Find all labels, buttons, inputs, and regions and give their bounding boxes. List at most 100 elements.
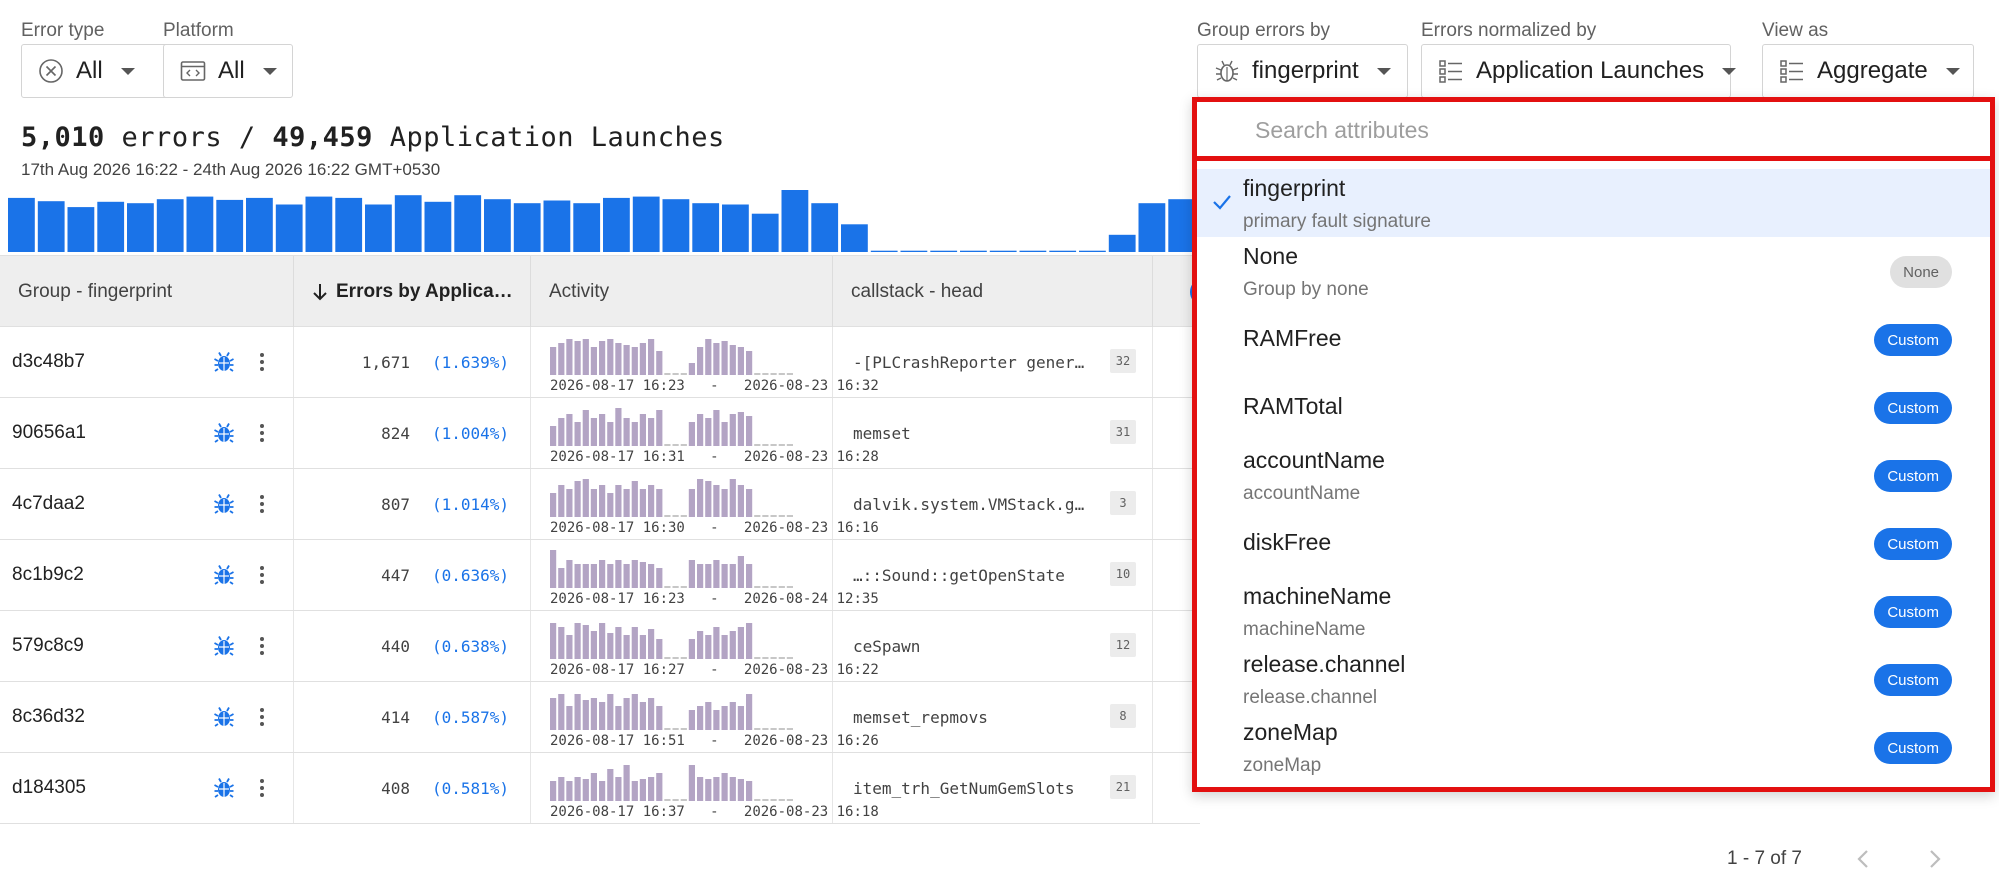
attribute-option[interactable]: release.channel release.channel Custom [1197, 645, 1990, 713]
col-errors[interactable]: Errors by Applica… [294, 256, 531, 328]
sparkline-bar [558, 568, 565, 588]
col-group[interactable]: Group - fingerprint [0, 256, 294, 328]
table-row[interactable]: d3c48b7 1,671 (1.639%) 2026-08-17 16:23 … [0, 327, 1200, 398]
sparkline-bar [582, 625, 589, 659]
table-row[interactable]: 90656a1 824 (1.004%) 2026-08-17 16:31 - … [0, 398, 1200, 469]
callstack-head: -[PLCrashReporter genera… [853, 353, 1093, 372]
date-dash: - [693, 378, 736, 394]
more-options-icon[interactable] [252, 564, 272, 586]
group-id[interactable]: 8c1b9c2 [0, 564, 84, 586]
search-attributes-input[interactable] [1255, 112, 1955, 148]
group-cell: 4c7daa2 [0, 469, 294, 539]
sparkline-bar [672, 657, 679, 659]
sparkline-bar [566, 489, 573, 517]
sparkline-bar [623, 765, 630, 801]
attribute-option[interactable]: machineName machineName Custom [1197, 577, 1990, 645]
view-as-select[interactable]: Aggregate [1762, 44, 1974, 98]
sparkline-bar [778, 728, 785, 730]
histogram-bar [365, 204, 392, 252]
histogram-bar [603, 197, 630, 252]
sparkline-bar [664, 657, 671, 659]
group-id[interactable]: 579c8c9 [0, 635, 84, 657]
sparkline-bar [590, 698, 597, 730]
more-options-icon[interactable] [252, 635, 272, 657]
group-id[interactable]: d3c48b7 [0, 351, 85, 373]
sparkline-bar [672, 373, 679, 375]
sparkline-bar [582, 479, 589, 517]
sparkline-bar [729, 479, 736, 517]
attribute-option[interactable]: RAMFree Custom [1197, 305, 1990, 373]
col-activity[interactable]: Activity [531, 256, 833, 328]
activity-dates: 2026-08-17 16:31 - 2026-08-23 16:28 [550, 449, 879, 465]
sparkline-bar [664, 728, 671, 730]
summary-separator: / [238, 122, 256, 153]
histogram-bar [67, 207, 95, 252]
chevron-right-icon[interactable] [1924, 846, 1946, 872]
table-row[interactable]: d184305 408 (0.581%) 2026-08-17 16:37 - … [0, 753, 1200, 824]
group-id[interactable]: 90656a1 [0, 422, 86, 444]
normalized-by-select[interactable]: Application Launches [1421, 44, 1737, 98]
error-histogram [8, 190, 1196, 252]
sparkline-bar [574, 422, 581, 446]
bug-icon[interactable] [214, 564, 234, 586]
attribute-option[interactable]: None Group by none None [1197, 237, 1990, 305]
chevron-left-icon[interactable] [1852, 846, 1874, 872]
sparkline-bar [754, 728, 761, 730]
activity-sparkline [550, 550, 793, 588]
sparkline-bar [672, 728, 679, 730]
table-row[interactable]: 8c36d32 414 (0.587%) 2026-08-17 16:51 - … [0, 682, 1200, 753]
sparkline-bar [607, 339, 614, 375]
code-window-icon [180, 60, 206, 82]
more-options-icon[interactable] [252, 422, 272, 444]
callstack-head: dalvik.system.VMStack.ge… [853, 495, 1093, 514]
histogram-bar [156, 199, 184, 252]
date-dash: - [693, 449, 736, 465]
platform-label: Platform [163, 20, 234, 41]
bug-icon[interactable] [214, 351, 234, 373]
sparkline-bar [648, 339, 655, 375]
bug-icon[interactable] [214, 493, 234, 515]
attribute-option[interactable]: zoneMap zoneMap Custom [1197, 713, 1990, 781]
option-subtitle: release.channel [1243, 687, 1378, 708]
histogram-bar [275, 204, 303, 252]
more-options-icon[interactable] [252, 777, 272, 799]
activity-sparkline [550, 408, 793, 446]
activity-dates: 2026-08-17 16:37 - 2026-08-23 16:18 [550, 804, 879, 820]
sparkline-bar [672, 799, 679, 801]
more-options-icon[interactable] [252, 351, 272, 373]
activity-dates: 2026-08-17 16:51 - 2026-08-23 16:26 [550, 733, 879, 749]
bug-icon[interactable] [214, 635, 234, 657]
more-options-icon[interactable] [252, 493, 272, 515]
attribute-option[interactable]: RAMTotal Custom [1197, 373, 1990, 441]
sparkline-bar [550, 426, 557, 446]
group-id[interactable]: 8c36d32 [0, 706, 85, 728]
platform-select[interactable]: All [163, 44, 293, 98]
group-id[interactable]: d184305 [0, 777, 86, 799]
sparkline-bar [713, 560, 720, 588]
bug-icon[interactable] [214, 422, 234, 444]
table-row[interactable]: 579c8c9 440 (0.638%) 2026-08-17 16:27 - … [0, 611, 1200, 682]
table-row[interactable]: 8c1b9c2 447 (0.636%) 2026-08-17 16:23 - … [0, 540, 1200, 611]
sparkline-bar [746, 351, 753, 375]
sparkline-bar [599, 485, 606, 517]
sparkline-bar [721, 564, 728, 588]
error-percent: (1.014%) [432, 495, 510, 514]
more-options-icon[interactable] [252, 706, 272, 728]
attribute-option[interactable]: fingerprint primary fault signature [1197, 169, 1990, 237]
error-count: 440 [381, 637, 410, 656]
group-by-select[interactable]: fingerprint [1197, 44, 1408, 98]
attribute-option[interactable]: diskFree Custom [1197, 509, 1990, 577]
sparkline-bar [656, 568, 663, 588]
col-callstack[interactable]: callstack - head [833, 256, 1153, 328]
activity-dates: 2026-08-17 16:23 - 2026-08-24 12:35 [550, 591, 879, 607]
bug-icon[interactable] [214, 706, 234, 728]
callstack-head: memset [853, 424, 911, 443]
bug-icon[interactable] [214, 777, 234, 799]
sparkline-bar [550, 550, 557, 588]
histogram-bar [394, 195, 422, 252]
histogram-bar [543, 200, 571, 252]
attribute-option[interactable]: accountName accountName Custom [1197, 441, 1990, 509]
sparkline-bar [778, 586, 785, 588]
table-row[interactable]: 4c7daa2 807 (1.014%) 2026-08-17 16:30 - … [0, 469, 1200, 540]
group-id[interactable]: 4c7daa2 [0, 493, 85, 515]
